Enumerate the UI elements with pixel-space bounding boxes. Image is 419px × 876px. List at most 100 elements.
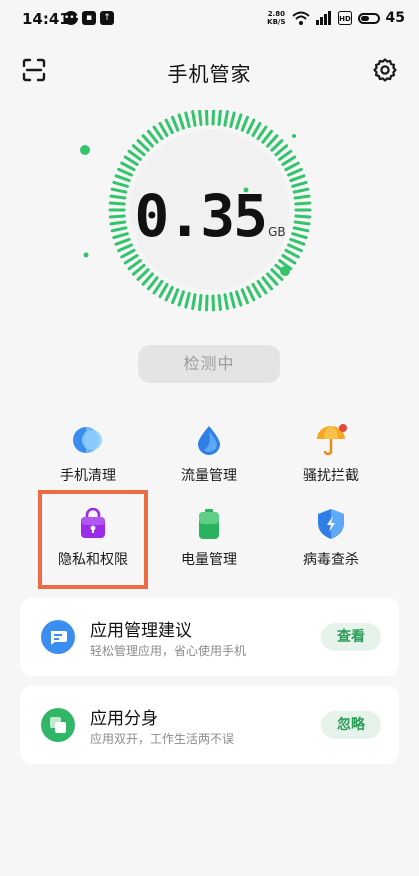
gauge-tick — [164, 118, 174, 135]
gauge-tick — [229, 111, 236, 129]
gauge-tick — [256, 279, 268, 295]
battery-level: 45 — [385, 10, 405, 26]
gauge-tick — [287, 167, 303, 177]
gauge-tick — [171, 288, 180, 305]
gauge-tick — [131, 144, 146, 157]
wifi-icon — [291, 11, 310, 25]
tool-label: 病毒查杀 — [303, 552, 359, 568]
gauge-tick — [120, 248, 136, 259]
app-clone-card[interactable]: 应用分身 应用双开，工作生活两不误 忽略 — [20, 686, 399, 764]
gauge-tick — [120, 161, 136, 172]
gauge-tick — [198, 294, 203, 311]
gauge-tick — [235, 290, 243, 307]
gauge-tick — [217, 294, 222, 311]
gauge-tick — [281, 155, 297, 166]
storage-gauge: 0.35 GB — [80, 108, 340, 330]
settings-button[interactable] — [373, 58, 397, 82]
battery-icon — [192, 507, 226, 541]
gauge-tick — [184, 111, 191, 129]
gauge-tick — [127, 259, 142, 271]
gauge-tick — [136, 268, 150, 281]
gauge-tick — [266, 134, 279, 148]
gauge-tick — [191, 293, 197, 310]
gauge-dot — [83, 252, 89, 258]
gauge-tick — [191, 110, 197, 127]
gauge-tick — [123, 254, 139, 265]
card-title: 应用分身 — [90, 709, 158, 729]
gauge-tick — [146, 276, 159, 291]
gauge-tick — [217, 109, 222, 126]
scan-status-button[interactable]: 检测中 — [138, 345, 280, 383]
gauge-tick — [266, 272, 279, 286]
gauge-tick — [284, 161, 300, 172]
gauge-tick — [235, 113, 243, 130]
gauge-dot — [80, 145, 90, 155]
gauge-tick — [114, 174, 131, 183]
tool-label: 骚扰拦截 — [303, 468, 359, 484]
svg-text:HD: HD — [339, 15, 351, 23]
tool-label: 流量管理 — [181, 468, 237, 484]
gauge-tick — [136, 139, 150, 152]
chat-icon — [41, 620, 75, 654]
status-bar: 14:41 ••• ▪ ↑ 2.80 KB/S HD 45 — [0, 0, 419, 38]
status-right: 2.80 KB/S HD 45 — [267, 10, 405, 26]
hd-icon: HD — [337, 11, 352, 25]
gauge-tick — [274, 144, 289, 157]
umbrella-icon — [314, 423, 348, 457]
gauge-tick — [164, 285, 174, 302]
tool-harassment-block[interactable]: 骚扰拦截 — [276, 423, 386, 493]
gauge-tick — [123, 155, 139, 166]
gauge-tick — [171, 115, 180, 132]
card-title: 应用管理建议 — [90, 621, 192, 641]
gauge-tick — [251, 121, 262, 138]
tool-virus-scan[interactable]: 病毒查杀 — [276, 507, 386, 577]
gauge-tick — [240, 115, 249, 132]
view-button[interactable]: 查看 — [321, 623, 381, 651]
tool-label: 电量管理 — [181, 552, 237, 568]
phone-clean-icon — [71, 423, 105, 457]
net-speed-unit: KB/S — [267, 18, 286, 26]
gauge-tick — [223, 293, 229, 310]
gauge-tick — [246, 285, 256, 302]
gauge-tick — [152, 125, 164, 141]
shield-icon — [314, 507, 348, 541]
tool-label: 手机清理 — [60, 468, 116, 484]
card-subtitle: 应用双开，工作生活两不误 — [90, 732, 235, 746]
gauge-tick — [198, 109, 203, 126]
gauge-tick — [229, 291, 236, 309]
signal-icon — [315, 11, 331, 25]
ignore-button[interactable]: 忽略 — [321, 711, 381, 739]
gauge-tick — [278, 149, 293, 161]
gauge-tick — [131, 263, 146, 276]
chat-notification-icon: ••• — [64, 11, 80, 25]
gauge-dot — [280, 266, 290, 276]
gauge-tick — [127, 149, 142, 161]
storage-unit: GB — [268, 225, 286, 239]
gauge-tick — [177, 113, 185, 130]
gauge-tick — [158, 121, 169, 138]
gauge-tick — [289, 174, 306, 183]
app-clone-icon — [41, 708, 75, 742]
gauge-value: 0.35 GB — [80, 182, 340, 250]
gauge-tick — [246, 118, 256, 135]
highlight-box — [38, 490, 148, 589]
status-time: 14:41 — [22, 10, 70, 28]
header: 手机管家 — [0, 50, 419, 90]
card-subtitle: 轻松管理应用，省心使用手机 — [90, 644, 247, 658]
gauge-tick — [223, 110, 229, 127]
gauge-tick — [117, 167, 133, 177]
tool-battery-management[interactable]: 电量管理 — [154, 507, 264, 577]
gauge-tick — [184, 291, 191, 309]
tool-phone-clean[interactable]: 手机清理 — [33, 423, 143, 493]
gauge-tick — [158, 282, 169, 299]
tool-data-management[interactable]: 流量管理 — [154, 423, 264, 493]
gauge-tick — [256, 125, 268, 141]
notification-icons: ••• ▪ ↑ — [64, 11, 114, 25]
gear-icon — [373, 58, 397, 82]
gauge-tick — [141, 134, 154, 148]
gauge-dot — [292, 134, 296, 138]
net-speed: 2.80 KB/S — [267, 10, 285, 26]
app-management-card[interactable]: 应用管理建议 轻松管理应用，省心使用手机 查看 — [20, 598, 399, 676]
gauge-tick — [270, 139, 284, 152]
gauge-tick — [251, 282, 262, 299]
